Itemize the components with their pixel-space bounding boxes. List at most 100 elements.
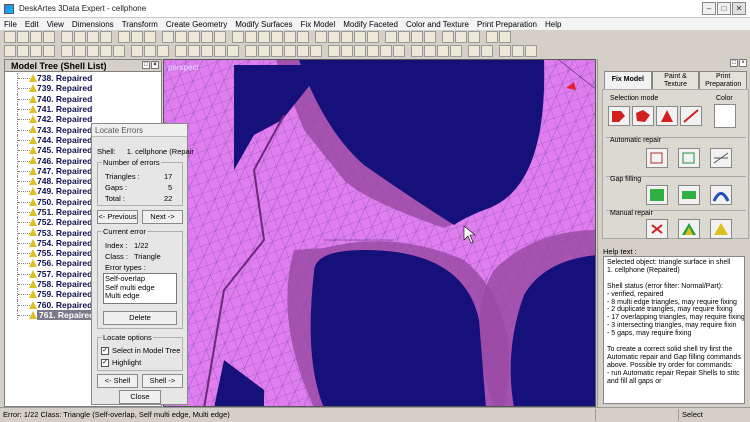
toolbar-tool-icon[interactable]	[468, 45, 480, 57]
create-triangle-icon[interactable]	[678, 219, 700, 239]
menu-dimensions[interactable]: Dimensions	[72, 20, 114, 29]
toolbar-tool-icon[interactable]	[512, 45, 524, 57]
minimize-button[interactable]: –	[702, 2, 716, 15]
tree-item[interactable]: 738. Repaired	[5, 73, 161, 84]
bridge-gap-icon[interactable]	[710, 185, 732, 205]
list-item[interactable]: Multi edge	[105, 291, 175, 301]
menu-color-and-texture[interactable]: Color and Texture	[406, 20, 469, 29]
toolbar-tool-icon[interactable]	[437, 45, 449, 57]
color-swatch[interactable]	[714, 104, 736, 128]
toolbar-tool-icon[interactable]	[499, 31, 511, 43]
toolbar-tool-icon[interactable]	[4, 45, 16, 57]
toolbar-tool-icon[interactable]	[232, 31, 244, 43]
toolbar-tool-icon[interactable]	[245, 31, 257, 43]
toolbar-tool-icon[interactable]	[162, 31, 174, 43]
toolbar-tool-icon[interactable]	[131, 45, 143, 57]
tab-paint-texture[interactable]: Paint & Texture	[651, 71, 700, 89]
close-window-button[interactable]: ✕	[732, 2, 746, 15]
flip-triangle-icon[interactable]	[710, 219, 732, 239]
toolbar-tool-icon[interactable]	[30, 31, 42, 43]
tree-item[interactable]: 739. Repaired	[5, 83, 161, 94]
toolbar-tool-icon[interactable]	[30, 45, 42, 57]
toolbar-tool-icon[interactable]	[188, 45, 200, 57]
toolbar-tool-icon[interactable]	[297, 45, 309, 57]
select-edge-icon[interactable]	[680, 106, 702, 126]
toolbar-tool-icon[interactable]	[113, 45, 125, 57]
menu-transform[interactable]: Transform	[122, 20, 158, 29]
toolbar-tool-icon[interactable]	[74, 31, 86, 43]
toolbar-tool-icon[interactable]	[43, 45, 55, 57]
tree-item[interactable]: 740. Repaired	[5, 93, 161, 104]
next-error-button[interactable]: Next ->	[142, 210, 183, 224]
toolbar-tool-icon[interactable]	[227, 45, 239, 57]
toolbar-tool-icon[interactable]	[450, 45, 462, 57]
toolbar-tool-icon[interactable]	[131, 31, 143, 43]
toolbar-tool-icon[interactable]	[100, 31, 112, 43]
fill-gaps-icon[interactable]	[646, 185, 668, 205]
toolbar-tool-icon[interactable]	[43, 31, 55, 43]
menu-view[interactable]: View	[47, 20, 64, 29]
previous-error-button[interactable]: <- Previous	[97, 210, 138, 224]
toolbar-tool-icon[interactable]	[354, 45, 366, 57]
toolbar-tool-icon[interactable]	[118, 31, 130, 43]
toolbar-tool-icon[interactable]	[61, 31, 73, 43]
pane-close-icon[interactable]: ×	[739, 59, 747, 67]
toolbar-tool-icon[interactable]	[188, 31, 200, 43]
menu-file[interactable]: File	[4, 20, 17, 29]
toolbar-tool-icon[interactable]	[341, 45, 353, 57]
menu-modify-surfaces[interactable]: Modify Surfaces	[235, 20, 292, 29]
tab-print-preparation[interactable]: Print Preparation	[699, 71, 748, 89]
toolbar-tool-icon[interactable]	[214, 31, 226, 43]
help-text-box[interactable]: Selected object: triangle surface in she…	[603, 256, 745, 404]
menu-create-geometry[interactable]: Create Geometry	[166, 20, 227, 29]
pane-close-icon[interactable]: ×	[151, 61, 159, 69]
select-triangle-icon[interactable]	[656, 106, 678, 126]
tab-fix-model[interactable]: Fix Model	[604, 71, 652, 89]
menu-modify-faceted[interactable]: Modify Faceted	[343, 20, 398, 29]
toolbar-tool-icon[interactable]	[341, 31, 353, 43]
toolbar-tool-icon[interactable]	[354, 31, 366, 43]
toolbar-tool-icon[interactable]	[310, 45, 322, 57]
menu-edit[interactable]: Edit	[25, 20, 39, 29]
toolbar-tool-icon[interactable]	[61, 45, 73, 57]
toolbar-tool-icon[interactable]	[297, 31, 309, 43]
fill-holes-icon[interactable]	[678, 185, 700, 205]
toolbar-tool-icon[interactable]	[245, 45, 257, 57]
toolbar-tool-icon[interactable]	[284, 45, 296, 57]
toolbar-tool-icon[interactable]	[380, 45, 392, 57]
toolbar-tool-icon[interactable]	[411, 45, 423, 57]
toolbar-tool-icon[interactable]	[100, 45, 112, 57]
toolbar-tool-icon[interactable]	[201, 45, 213, 57]
toolbar-tool-icon[interactable]	[424, 31, 436, 43]
toolbar-tool-icon[interactable]	[442, 31, 454, 43]
toolbar-tool-icon[interactable]	[87, 31, 99, 43]
select-in-model-tree-checkbox[interactable]: ✓ Select in Model Tree	[101, 346, 180, 355]
toolbar-tool-icon[interactable]	[398, 31, 410, 43]
toolbar-tool-icon[interactable]	[258, 31, 270, 43]
select-surface-icon[interactable]	[632, 106, 654, 126]
menu-fix-model[interactable]: Fix Model	[301, 20, 336, 29]
toolbar-tool-icon[interactable]	[328, 31, 340, 43]
maximize-button[interactable]: □	[717, 2, 731, 15]
toolbar-tool-icon[interactable]	[144, 45, 156, 57]
delete-triangles-icon[interactable]	[646, 219, 668, 239]
toolbar-tool-icon[interactable]	[525, 45, 537, 57]
toolbar-tool-icon[interactable]	[17, 45, 29, 57]
toolbar-tool-icon[interactable]	[271, 31, 283, 43]
menu-help[interactable]: Help	[545, 20, 561, 29]
orient-normals-icon[interactable]	[710, 148, 732, 168]
toolbar-tool-icon[interactable]	[385, 31, 397, 43]
toolbar-tool-icon[interactable]	[481, 45, 493, 57]
pane-float-icon[interactable]: □	[142, 61, 150, 69]
toolbar-tool-icon[interactable]	[74, 45, 86, 57]
previous-shell-button[interactable]: <- Shell	[97, 374, 138, 388]
delete-button[interactable]: Delete	[103, 311, 177, 325]
toolbar-tool-icon[interactable]	[486, 31, 498, 43]
toolbar-tool-icon[interactable]	[201, 31, 213, 43]
highlight-checkbox[interactable]: ✓ Highlight	[101, 358, 141, 367]
toolbar-tool-icon[interactable]	[499, 45, 511, 57]
tree-item[interactable]: 741. Repaired	[5, 103, 161, 115]
toolbar-tool-icon[interactable]	[144, 31, 156, 43]
close-dialog-button[interactable]: Close	[119, 390, 161, 404]
toolbar-tool-icon[interactable]	[284, 31, 296, 43]
